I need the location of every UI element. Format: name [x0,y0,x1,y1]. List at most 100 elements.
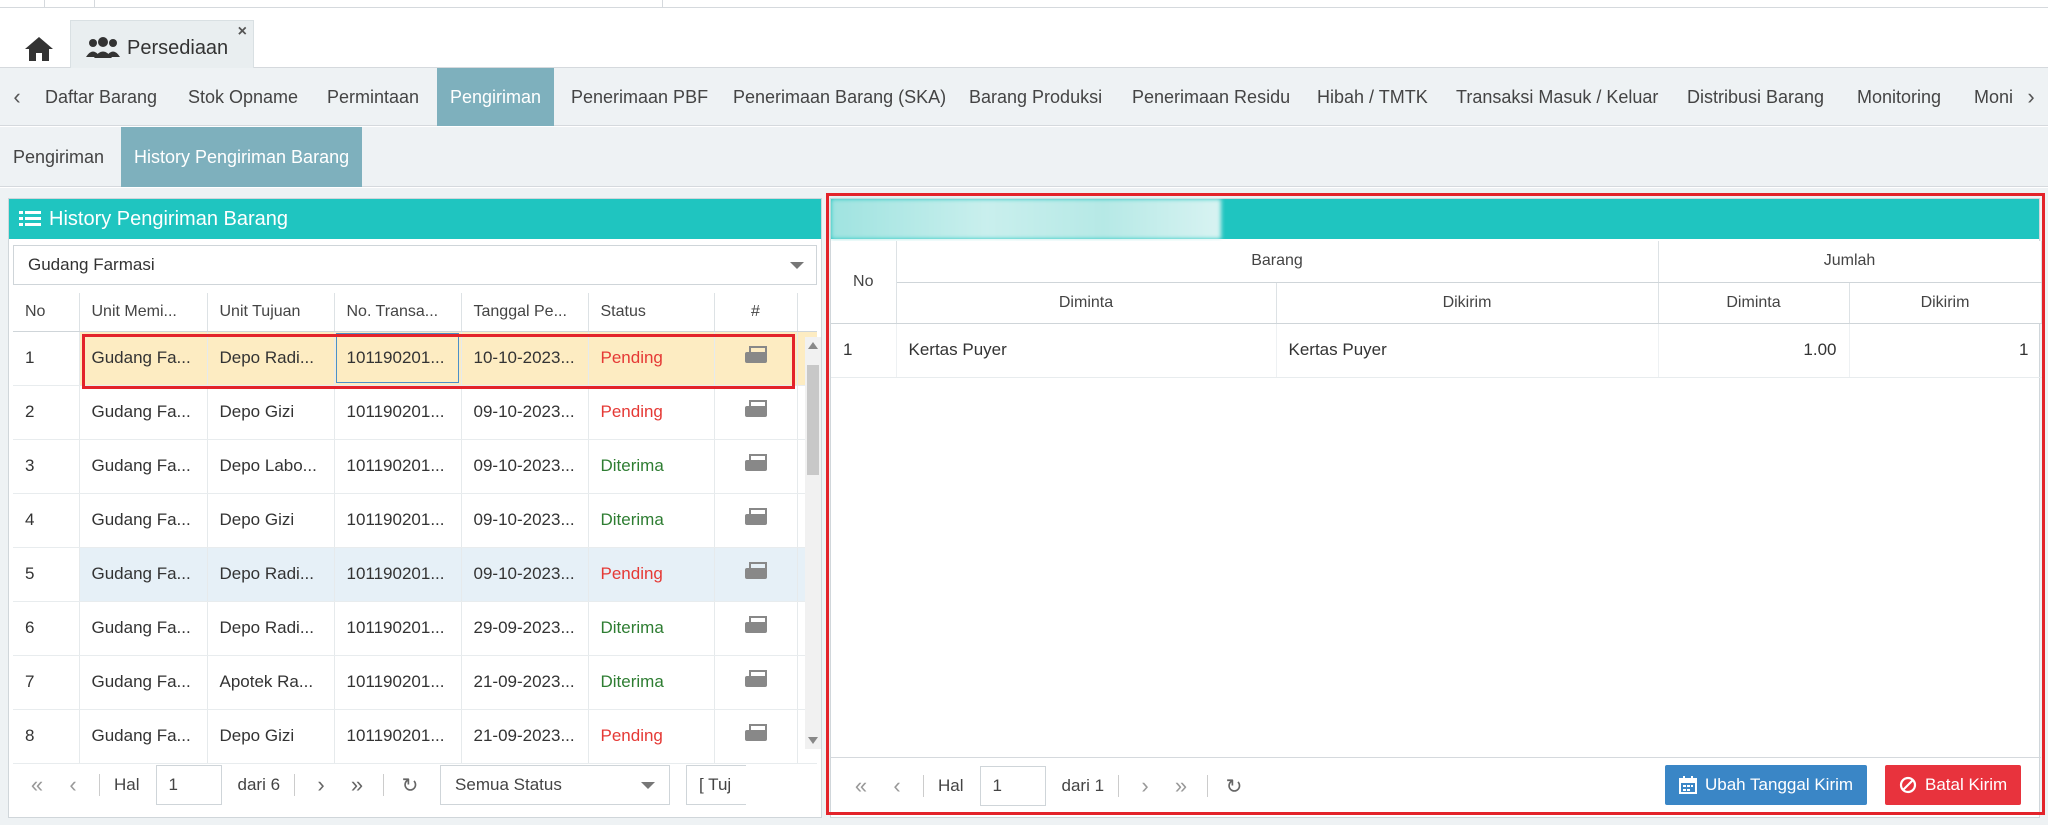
tujuan-filter-select[interactable]: [ Tuj [686,765,747,805]
row-trx: 101190201... [334,493,462,548]
refresh-icon[interactable]: ↻ [392,773,428,798]
menu-item-pengiriman[interactable]: Pengiriman [437,68,555,126]
menu-item-barang-produksi[interactable]: Barang Produksi [956,68,1115,126]
scroll-up-icon[interactable] [808,342,818,349]
first-page-icon[interactable]: « [19,772,55,798]
page-input[interactable]: 1 [979,766,1046,806]
table-row[interactable]: 1 Gudang Fa... Depo Radi... 101190201...… [13,331,817,386]
table-row[interactable]: 2 Gudang Fa... Depo Gizi 101190201... 09… [13,385,817,440]
row-trx: 101190201... [334,601,462,656]
sub-item-pengiriman[interactable]: Pengiriman [0,127,117,187]
row-tgl: 09-10-2023... [461,439,589,494]
menu-item-permintaan[interactable]: Permintaan [314,68,432,126]
print-icon[interactable] [744,345,767,366]
menu-item-distribusi-barang[interactable]: Distribusi Barang [1674,68,1837,126]
app-tab-bar: Persediaan × [0,8,2048,75]
status-filter-select[interactable]: Semua Status [440,765,671,805]
print-icon[interactable] [744,723,767,744]
table-scrollbar[interactable] [805,337,821,749]
menu-item-monitoring-2[interactable]: Moni [1961,68,2021,126]
first-page-icon[interactable]: « [843,773,879,799]
sub-menu: Pengiriman History Pengiriman Barang [0,127,2048,187]
col-unit-pemilik[interactable]: Unit Memi... [79,293,208,332]
menu-item-penerimaan-residu[interactable]: Penerimaan Residu [1119,68,1303,126]
prev-page-icon[interactable]: ‹ [55,772,91,798]
page-input[interactable]: 1 [155,765,222,805]
row-print [714,439,798,494]
row-jumlah-diminta: 1.00 [1658,323,1850,378]
table-row[interactable]: 3 Gudang Fa... Depo Labo... 101190201...… [13,439,817,494]
last-page-icon[interactable]: » [1163,773,1199,799]
row-trx: 101190201... [334,331,462,386]
history-pager: « ‹ Hal 1 dari 6 › » ↻ Semua Status [ Tu… [19,755,747,815]
menu-item-penerimaan-barang-ska[interactable]: Penerimaan Barang (SKA) [720,68,959,126]
table-row[interactable]: 1 Kertas Puyer Kertas Puyer 1.00 1 [831,323,2042,378]
col-unit-tujuan[interactable]: Unit Tujuan [207,293,335,332]
sub-item-history-pengiriman[interactable]: History Pengiriman Barang [121,127,363,187]
pager-separator [294,774,296,796]
row-no: 5 [13,547,80,602]
table-row[interactable]: 5 Gudang Fa... Depo Radi... 101190201...… [13,547,817,602]
status-filter-value: Semua Status [455,775,562,794]
prev-page-icon[interactable]: ‹ [879,773,915,799]
row-tgl: 09-10-2023... [461,385,589,440]
change-date-button[interactable]: Ubah Tanggal Kirim [1665,765,1868,805]
print-icon[interactable] [744,399,767,420]
pager-separator [99,774,100,796]
hal-label: Hal [938,776,964,795]
print-icon[interactable] [744,507,767,528]
history-table-header: No Unit Memi... Unit Tujuan No. Transa..… [13,293,817,332]
col-status[interactable]: Status [588,293,715,332]
col-no[interactable]: No [13,293,80,332]
print-icon[interactable] [744,615,767,636]
refresh-icon[interactable]: ↻ [1216,774,1252,799]
menu-item-stok-opname[interactable]: Stok Opname [175,68,311,126]
row-trx: 101190201... [334,655,462,710]
print-icon[interactable] [744,669,767,690]
row-no: 2 [13,385,80,440]
row-tujuan: Depo Radi... [207,601,335,656]
module-menu: ‹ Daftar Barang Stok Opname Permintaan P… [0,68,2048,126]
page-count-label: dari 1 [1061,776,1105,795]
ban-icon [1899,776,1917,794]
last-page-icon[interactable]: » [339,772,375,798]
warehouse-select[interactable]: Gudang Farmasi [13,245,817,285]
row-no: 1 [831,323,897,378]
close-icon[interactable]: × [238,23,247,41]
chevron-left-icon[interactable]: ‹ [2,68,32,126]
print-icon[interactable] [744,561,767,582]
next-page-icon[interactable]: › [303,772,339,798]
menu-item-hibah-tmtk[interactable]: Hibah / TMTK [1304,68,1441,126]
caret-down-icon [641,782,656,789]
scroll-thumb[interactable] [807,365,819,475]
history-panel-title: History Pengiriman Barang [49,207,288,230]
col-no-transaksi[interactable]: No. Transa... [334,293,462,332]
print-icon[interactable] [744,453,767,474]
pager-separator [383,774,385,796]
row-tujuan: Depo Radi... [207,331,335,386]
detail-sub-header: Diminta Dikirim Diminta Dikirim [831,282,2042,324]
menu-item-monitoring[interactable]: Monitoring [1844,68,1954,126]
menu-item-daftar-barang[interactable]: Daftar Barang [32,68,170,126]
row-barang-diminta: Kertas Puyer [896,323,1277,378]
home-icon[interactable] [14,24,64,74]
row-tgl: 21-09-2023... [461,655,589,710]
row-status: Pending [588,385,715,440]
table-row[interactable]: 4 Gudang Fa... Depo Gizi 101190201... 09… [13,493,817,548]
cancel-send-button[interactable]: Batal Kirim [1885,765,2022,805]
row-no: 1 [13,331,80,386]
table-row[interactable]: 6 Gudang Fa... Depo Radi... 101190201...… [13,601,817,656]
row-print [714,547,798,602]
change-date-label: Ubah Tanggal Kirim [1705,775,1854,794]
chevron-right-icon[interactable]: › [2016,68,2046,126]
menu-item-penerimaan-pbf[interactable]: Penerimaan PBF [558,68,721,126]
row-status: Pending [588,547,715,602]
row-no: 4 [13,493,80,548]
col-tanggal[interactable]: Tanggal Pe... [461,293,589,332]
next-page-icon[interactable]: › [1127,773,1163,799]
table-row[interactable]: 7 Gudang Fa... Apotek Ra... 101190201...… [13,655,817,710]
menu-item-transaksi-masuk-keluar[interactable]: Transaksi Masuk / Keluar [1443,68,1671,126]
tab-persediaan[interactable]: Persediaan × [70,20,254,75]
row-tgl: 10-10-2023... [461,331,589,386]
scroll-down-icon[interactable] [808,737,818,744]
